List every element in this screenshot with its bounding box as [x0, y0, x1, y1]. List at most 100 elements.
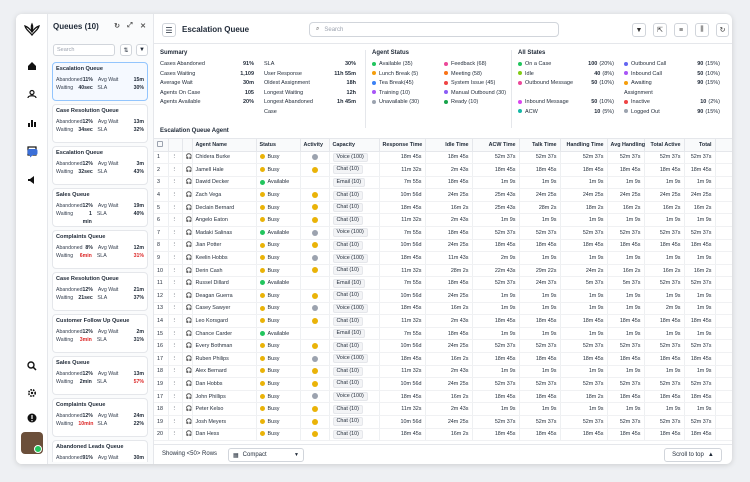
queue-card[interactable]: Complaints Queue Abandoned 12% Avg Wait 24m W… — [52, 398, 148, 437]
close-icon[interactable]: ✕ — [138, 22, 148, 30]
menu-button[interactable]: ☰ — [162, 23, 176, 37]
agent-name[interactable]: Jian Potter — [192, 239, 257, 253]
table-row[interactable]: 17 ⋮ 🎧 John Phillips Busy Voice (100) 18m 45s 1… — [154, 390, 732, 404]
refresh-icon[interactable]: ↻ — [112, 22, 122, 30]
column-header[interactable]: Capacity — [329, 139, 380, 152]
table-row[interactable]: 20 ⋮ 🎧 Dan Hess Busy Chat (10) 18m 45s 16m 2s 18… — [154, 428, 732, 442]
scroll-to-top-button[interactable]: Scroll to top ▲ — [664, 448, 722, 462]
table-row[interactable]: 4 ⋮ 🎧 Zach Vega Busy Chat (10) 10m 56d 24m 25s 2… — [154, 188, 732, 202]
more-options-icon[interactable]: ⋮ — [168, 213, 183, 228]
table-row[interactable]: 1 ⋮ 🎧 Chidera Burke Busy Voice (100) 18m 45s 18… — [154, 151, 732, 165]
table-row[interactable]: 5 ⋮ 🎧 Declain Bernard Busy Chat (10) 18m 45s 16… — [154, 201, 732, 215]
settings-icon[interactable] — [24, 385, 40, 401]
agent-name[interactable]: Dan Hess — [192, 428, 257, 442]
analytics-icon[interactable] — [24, 115, 40, 131]
more-options-icon[interactable]: ⋮ — [168, 201, 183, 215]
agent-name[interactable]: Dawid Decker — [192, 176, 257, 190]
more-options-icon[interactable]: ⋮ — [168, 314, 183, 328]
column-header[interactable]: Avg Handling — [607, 139, 645, 152]
avatar[interactable] — [21, 432, 43, 454]
more-options-icon[interactable]: ⋮ — [168, 264, 183, 278]
column-header[interactable]: ACW Time — [472, 139, 520, 152]
queue-card[interactable]: Customer Follow Up Queue Abandoned 12% Avg … — [52, 314, 148, 353]
more-options-icon[interactable]: ⋮ — [168, 327, 183, 341]
agent-name[interactable]: Casey Sawyer — [192, 302, 257, 316]
queue-card[interactable]: Case Resolution Queue Abandoned 12% Avg Wai… — [52, 272, 148, 311]
agent-name[interactable]: Zach Vega — [192, 188, 257, 202]
agent-name[interactable]: Peter Kelso — [192, 402, 257, 416]
broadcast-icon[interactable] — [24, 172, 40, 188]
agent-name[interactable]: Russel Dillard — [192, 276, 257, 291]
agent-name[interactable]: Madaki Salinas — [192, 226, 257, 240]
more-options-icon[interactable]: ⋮ — [168, 163, 183, 177]
column-header[interactable]: Response Time — [379, 139, 426, 152]
more-options-icon[interactable]: ⋮ — [168, 377, 183, 391]
agent-name[interactable]: Keelin Hobbs — [192, 251, 257, 265]
queue-card[interactable]: Sales Queue Abandoned 12% Avg Wait 13m Waitin… — [52, 356, 148, 395]
table-row[interactable]: 18 ⋮ 🎧 Peter Kelso Busy Chat (10) 11m 32s 2m 43… — [154, 402, 732, 416]
search-input[interactable]: ⌕ Search — [309, 22, 559, 37]
more-options-icon[interactable]: ⋮ — [168, 428, 183, 442]
export-icon[interactable]: ⇱ — [653, 23, 667, 37]
more-options-icon[interactable]: ⋮ — [168, 289, 183, 303]
table-row[interactable]: 2 ⋮ 🎧 Jamell Hale Busy Chat (10) 11m 32s 2m 43s… — [154, 163, 732, 177]
column-header[interactable]: Activity — [300, 139, 330, 152]
more-options-icon[interactable]: ⋮ — [168, 390, 183, 404]
agent-name[interactable]: Deagan Guerra — [192, 289, 257, 303]
home-icon[interactable] — [24, 58, 40, 74]
table-row[interactable]: 16 ⋮ 🎧 Every Bothman Busy Chat (10) 10m 56d 24m… — [154, 339, 732, 353]
more-options-icon[interactable]: ⋮ — [168, 151, 183, 165]
more-options-icon[interactable]: ⋮ — [168, 239, 183, 253]
table-row[interactable]: 11 ⋮ 🎧 Russel Dillard Available Email (10) 7m … — [154, 276, 732, 291]
more-options-icon[interactable]: ⋮ — [168, 415, 183, 429]
agent-name[interactable]: Alex Bernard — [192, 365, 257, 379]
agent-name[interactable]: Jamell Hale — [192, 163, 257, 177]
table-row[interactable]: 15 ⋮ 🎧 Chance Carder Available Email (10) 7m 5… — [154, 327, 732, 341]
queue-search-input[interactable]: Search — [53, 44, 115, 56]
agent-name[interactable]: Chidera Burke — [192, 151, 257, 165]
queue-card[interactable]: Complaints Queue Abandoned 8% Avg Wait 12m Wa… — [52, 230, 148, 269]
column-header[interactable]: Status — [256, 139, 301, 152]
table-row[interactable]: 9 ⋮ 🎧 Keelin Hobbs Busy Voice (100) 18m 45s 11m… — [154, 251, 732, 265]
agent-name[interactable]: Josh Meyers — [192, 415, 257, 429]
table-row[interactable]: 13 ⋮ 🎧 Casey Sawyer Busy Voice (100) 18m 45s 16… — [154, 302, 732, 316]
more-options-icon[interactable]: ⋮ — [168, 365, 183, 379]
more-options-icon[interactable]: ⋮ — [168, 402, 183, 416]
agent-name[interactable]: Leo Korsgard — [192, 314, 257, 328]
more-options-icon[interactable]: ⋮ — [168, 251, 183, 265]
more-options-icon[interactable]: ⋮ — [168, 226, 183, 240]
filter-button[interactable]: ▼ — [136, 44, 148, 56]
logo-icon[interactable] — [24, 22, 40, 38]
more-options-icon[interactable]: ⋮ — [168, 352, 183, 366]
agent-name[interactable]: Chance Carder — [192, 327, 257, 341]
queue-card[interactable]: Abandoned Leads Queue Abandoned 91% Avg Wai… — [52, 440, 148, 462]
agent-name[interactable]: Derin Cash — [192, 264, 257, 278]
contacts-icon[interactable] — [24, 86, 40, 102]
more-options-icon[interactable]: ⋮ — [168, 176, 183, 190]
agent-name[interactable]: Ruben Philips — [192, 352, 257, 366]
table-row[interactable]: 19 ⋮ 🎧 Dan Hobbs Busy Chat (10) 10m 56d 24m 25s… — [154, 377, 732, 391]
table-row[interactable]: 6 ⋮ 🎧 Angelo Eaton Busy Chat (10) 11m 32s 2m 43… — [154, 213, 732, 228]
queue-card[interactable]: Escalation Queue Abandoned 12% Avg Wait 3m Wa… — [52, 146, 148, 185]
column-header[interactable]: Total Active — [644, 139, 685, 152]
columns-icon[interactable]: ⫼ — [695, 23, 709, 37]
column-header[interactable]: Handling Time — [560, 139, 608, 152]
more-options-icon[interactable]: ⋮ — [168, 302, 183, 316]
search-icon[interactable] — [24, 358, 40, 374]
queue-card[interactable]: Case Resolution Queue Abandoned 12% Avg Wai… — [52, 104, 148, 143]
column-header[interactable]: Agent Name — [192, 139, 257, 152]
alert-icon[interactable] — [24, 410, 40, 426]
agent-name[interactable]: Every Bothman — [192, 339, 257, 353]
table-row[interactable]: 12 ⋮ 🎧 Deagan Guerra Busy Chat (10) 10m 56d 24m… — [154, 289, 732, 303]
more-options-icon[interactable]: ⋮ — [168, 276, 183, 291]
table-row[interactable]: 7 ⋮ 🎧 Madaki Salinas Available Voice (100) 7m … — [154, 226, 732, 240]
view-select[interactable]: ▦ Compact ▼ — [228, 448, 304, 462]
agent-name[interactable]: Declain Bernard — [192, 201, 257, 215]
chat-active-icon[interactable] — [24, 145, 40, 161]
table-row[interactable]: 18 ⋮ 🎧 Alex Bernard Busy Chat (10) 11m 32s 2m 4… — [154, 365, 732, 379]
sort-list-icon[interactable]: ≡ — [674, 23, 688, 37]
table-row[interactable]: 17 ⋮ 🎧 Ruben Philips Busy Voice (100) 18m 45s 1… — [154, 352, 732, 366]
column-header[interactable]: Talk Time — [519, 139, 561, 152]
agent-name[interactable]: Dan Hobbs — [192, 377, 257, 391]
select-all-checkbox[interactable] — [154, 139, 169, 152]
